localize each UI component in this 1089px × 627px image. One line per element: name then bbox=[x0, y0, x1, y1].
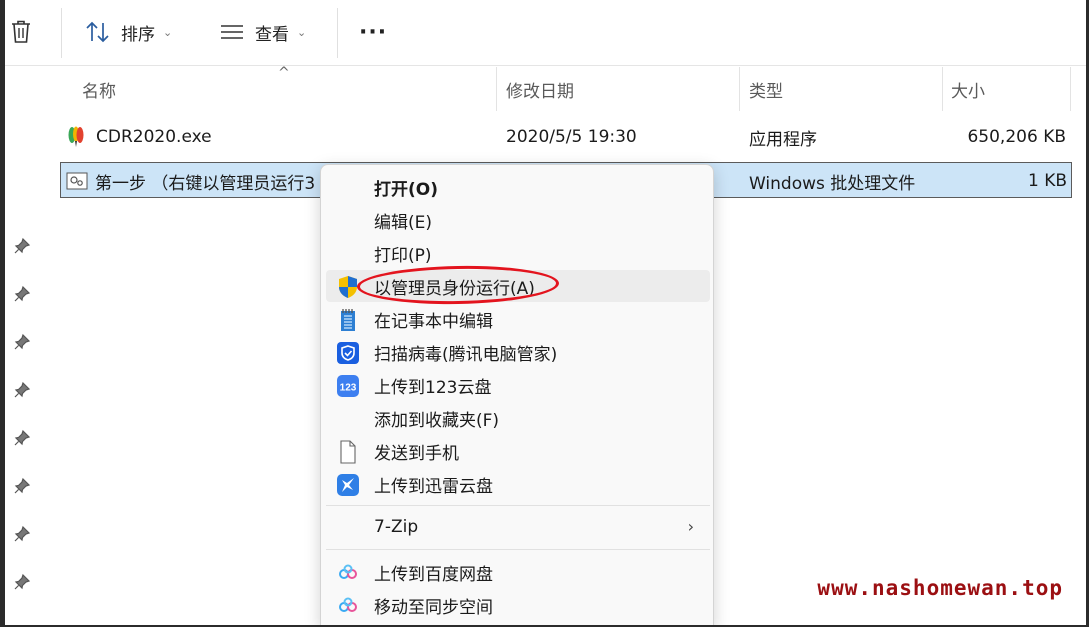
column-name[interactable]: 名称 bbox=[82, 67, 116, 111]
delete-button[interactable] bbox=[9, 14, 33, 50]
123pan-icon: 123 bbox=[336, 374, 360, 398]
menu-item-label: 以管理员身份运行(A) bbox=[374, 278, 535, 299]
pin-icon[interactable] bbox=[13, 525, 31, 543]
file-type: Windows 批处理文件 bbox=[749, 173, 916, 194]
menu-item-label: 添加到收藏夹(F) bbox=[374, 410, 500, 431]
column-size[interactable]: 大小 bbox=[951, 67, 985, 111]
xunlei-icon bbox=[336, 473, 360, 497]
pin-icon[interactable] bbox=[13, 237, 31, 255]
menu-separator bbox=[326, 549, 710, 550]
column-type[interactable]: 类型 bbox=[749, 67, 783, 111]
column-type-label: 类型 bbox=[749, 81, 783, 102]
baidu-netdisk-icon bbox=[336, 561, 360, 585]
baidu-netdisk-icon bbox=[336, 594, 360, 618]
menu-item-7zip[interactable]: 7-Zip › bbox=[326, 511, 710, 543]
trash-icon bbox=[12, 20, 30, 43]
pin-icon[interactable] bbox=[13, 429, 31, 447]
menu-item-open[interactable]: 打开(O) bbox=[326, 171, 710, 203]
file-name: CDR2020.exe bbox=[96, 127, 212, 147]
chevron-down-icon: ⌄ bbox=[163, 25, 173, 39]
notepad-icon bbox=[336, 308, 360, 332]
column-divider[interactable] bbox=[496, 67, 497, 111]
column-divider[interactable] bbox=[739, 67, 740, 111]
batch-file-icon bbox=[66, 163, 94, 199]
sort-button[interactable]: 排序 ⌄ bbox=[85, 14, 172, 50]
more-options-button[interactable]: ··· bbox=[359, 14, 387, 50]
menu-item-label: 7-Zip bbox=[374, 517, 419, 537]
navigation-pane bbox=[5, 67, 38, 627]
menu-item-label: 上传到百度网盘 bbox=[374, 564, 493, 585]
menu-item-scan-virus[interactable]: 扫描病毒(腾讯电脑管家) bbox=[326, 336, 710, 368]
toolbar-separator bbox=[337, 8, 338, 58]
sort-label: 排序 bbox=[121, 24, 155, 45]
watermark: www.nashomewan.top bbox=[817, 576, 1063, 600]
menu-item-add-favorites[interactable]: 添加到收藏夹(F) bbox=[326, 402, 710, 434]
view-label: 查看 bbox=[255, 24, 289, 45]
menu-separator bbox=[326, 505, 710, 506]
menu-item-run-as-admin[interactable]: 以管理员身份运行(A) bbox=[326, 270, 710, 302]
menu-item-edit[interactable]: 编辑(E) bbox=[326, 204, 710, 236]
menu-item-label: 上传到123云盘 bbox=[374, 377, 492, 398]
file-size: 650,206 KB bbox=[967, 127, 1066, 147]
menu-item-label: 移动至同步空间 bbox=[374, 597, 493, 618]
column-modified[interactable]: 修改日期 bbox=[506, 67, 574, 111]
menu-item-label: 编辑(E) bbox=[374, 212, 433, 233]
menu-item-upload-xunlei[interactable]: 上传到迅雷云盘 bbox=[326, 468, 710, 500]
command-bar: 排序 ⌄ 查看 ⌄ ··· bbox=[5, 0, 1086, 66]
chevron-right-icon: › bbox=[687, 517, 694, 536]
menu-item-label: 打开(O) bbox=[374, 179, 438, 200]
menu-item-label: 发送到手机 bbox=[374, 443, 459, 464]
uac-shield-icon bbox=[336, 275, 360, 299]
menu-item-upload-baidu[interactable]: 上传到百度网盘 bbox=[326, 556, 710, 588]
svg-text:123: 123 bbox=[340, 383, 357, 394]
sort-ascending-icon: ^ bbox=[278, 65, 290, 81]
file-row[interactable]: CDR2020.exe 2020/5/5 19:30 应用程序 650,206 … bbox=[60, 119, 1072, 155]
toolbar-separator bbox=[61, 8, 62, 58]
column-header: 名称 ^ 修改日期 类型 大小 bbox=[38, 65, 1086, 111]
menu-item-move-sync[interactable]: 移动至同步空间 bbox=[326, 589, 710, 621]
file-modified: 2020/5/5 19:30 bbox=[506, 127, 637, 147]
menu-item-label: 扫描病毒(腾讯电脑管家) bbox=[374, 344, 558, 365]
context-menu: 打开(O) 编辑(E) 打印(P) 以管理员身份运行(A) 在记事本中编辑 扫描… bbox=[320, 164, 714, 627]
file-type: 应用程序 bbox=[749, 129, 817, 150]
file-size: 1 KB bbox=[1027, 171, 1067, 191]
pin-icon[interactable] bbox=[13, 477, 31, 495]
column-size-label: 大小 bbox=[951, 81, 985, 102]
column-divider[interactable] bbox=[1070, 67, 1071, 111]
menu-item-upload-123pan[interactable]: 123 上传到123云盘 bbox=[326, 369, 710, 401]
coreldraw-icon bbox=[66, 119, 94, 155]
menu-item-label: 打印(P) bbox=[374, 245, 432, 266]
menu-item-print[interactable]: 打印(P) bbox=[326, 237, 710, 269]
column-divider[interactable] bbox=[942, 67, 943, 111]
view-button[interactable]: 查看 ⌄ bbox=[219, 14, 306, 50]
list-view-icon bbox=[221, 25, 243, 39]
column-modified-label: 修改日期 bbox=[506, 81, 574, 102]
pin-icon[interactable] bbox=[13, 285, 31, 303]
menu-item-label: 在记事本中编辑 bbox=[374, 311, 493, 332]
pin-icon[interactable] bbox=[13, 381, 31, 399]
phone-document-icon bbox=[336, 440, 360, 464]
menu-item-edit-notepad[interactable]: 在记事本中编辑 bbox=[326, 303, 710, 335]
more-dots-icon: ··· bbox=[359, 19, 388, 45]
tencent-shield-icon bbox=[336, 341, 360, 365]
column-name-label: 名称 bbox=[82, 81, 116, 102]
pin-icon[interactable] bbox=[13, 573, 31, 591]
sort-arrows-icon bbox=[86, 21, 109, 43]
pin-icon[interactable] bbox=[13, 333, 31, 351]
menu-item-label: 上传到迅雷云盘 bbox=[374, 476, 493, 497]
menu-item-send-to-phone[interactable]: 发送到手机 bbox=[326, 435, 710, 467]
file-name: 第一步 （右键以管理员运行3 bbox=[95, 173, 316, 194]
chevron-down-icon: ⌄ bbox=[297, 25, 307, 39]
